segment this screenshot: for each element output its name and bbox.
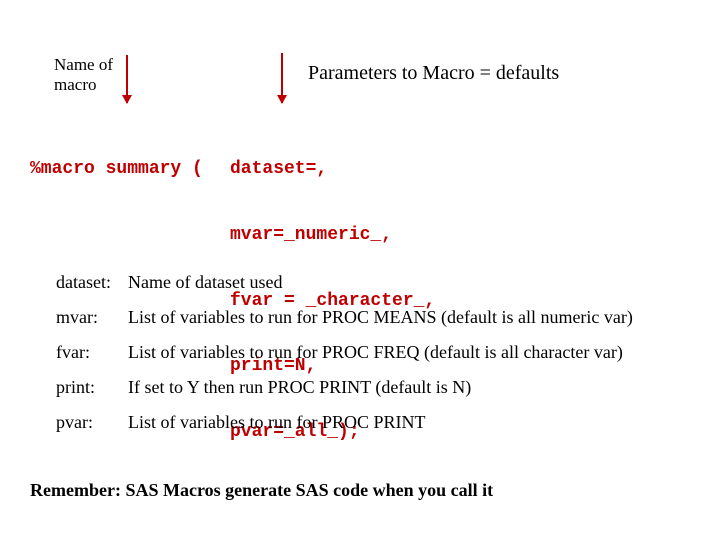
definition-desc: If set to Y then run PROC PRINT (default… <box>128 377 690 398</box>
footer-note: Remember: SAS Macros generate SAS code w… <box>30 480 493 501</box>
macro-param: mvar=_numeric_, <box>230 225 392 247</box>
definition-desc: List of variables to run for PROC MEANS … <box>128 307 690 328</box>
definition-row: fvar: List of variables to run for PROC … <box>56 342 690 363</box>
macro-declaration: %macro summary ( <box>30 159 230 181</box>
definition-row: dataset: Name of dataset used <box>56 272 690 293</box>
definition-row: print: If set to Y then run PROC PRINT (… <box>56 377 690 398</box>
arrow-icon <box>126 55 128 103</box>
slide: Name of macro Parameters to Macro = defa… <box>0 0 720 540</box>
definitions-list: dataset: Name of dataset used mvar: List… <box>56 272 690 447</box>
annotation-params-defaults: Parameters to Macro = defaults <box>308 62 559 85</box>
definition-row: pvar: List of variables to run for PROC … <box>56 412 690 433</box>
definition-term: print: <box>56 377 128 398</box>
definition-term: dataset: <box>56 272 128 293</box>
definition-desc: Name of dataset used <box>128 272 690 293</box>
definition-desc: List of variables to run for PROC PRINT <box>128 412 690 433</box>
definition-term: pvar: <box>56 412 128 433</box>
definition-term: fvar: <box>56 342 128 363</box>
arrow-icon <box>281 53 283 103</box>
definition-row: mvar: List of variables to run for PROC … <box>56 307 690 328</box>
annotation-name-of-macro: Name of macro <box>54 55 134 94</box>
macro-param: dataset=, <box>230 159 327 181</box>
definition-desc: List of variables to run for PROC FREQ (… <box>128 342 690 363</box>
definition-term: mvar: <box>56 307 128 328</box>
